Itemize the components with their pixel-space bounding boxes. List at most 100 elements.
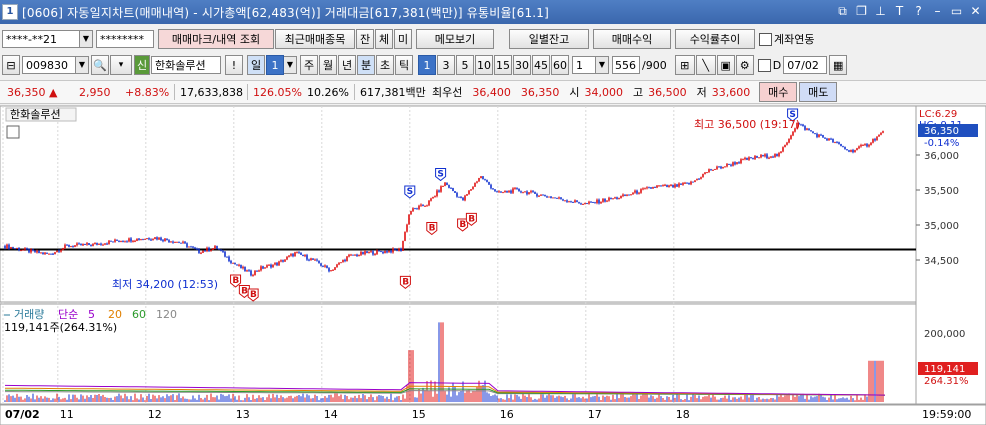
stock-list-icon[interactable]: ▾ [110, 55, 132, 75]
restore-icon[interactable]: ▭ [950, 3, 963, 19]
candle-body [502, 192, 504, 194]
candle-body [492, 188, 494, 190]
minute-60-button[interactable]: 60 [551, 55, 569, 75]
period-yearly-button[interactable]: 년 [338, 55, 356, 75]
stock-info-button[interactable]: ! [225, 55, 243, 75]
stock-menu-icon[interactable]: ⊟ [2, 55, 20, 75]
candle-body [772, 156, 774, 158]
calendar-icon[interactable]: ▦ [829, 55, 848, 75]
candle-body [322, 265, 324, 267]
bar-count-field[interactable]: 556 [612, 56, 640, 74]
period-tick-button[interactable]: 틱 [395, 55, 413, 75]
candle-body [260, 266, 262, 271]
price-panel[interactable] [0, 105, 917, 303]
stock-code-field[interactable]: 009830 [22, 56, 76, 74]
minute-30-button[interactable]: 30 [513, 55, 531, 75]
pin-icon[interactable]: ⊥ [874, 3, 887, 19]
period-dropdown-icon[interactable]: ▼ [284, 56, 297, 74]
copy-window-icon[interactable]: ❐ [855, 3, 868, 19]
draw-tool-icon[interactable]: ╲ [695, 55, 716, 75]
candle-body [760, 154, 762, 158]
minute-1-button[interactable]: 1 [418, 55, 436, 75]
candle-body [202, 250, 204, 253]
period-second-button[interactable]: 초 [376, 55, 394, 75]
minute-5-button[interactable]: 5 [456, 55, 474, 75]
candle-body [638, 192, 640, 194]
executed-button[interactable]: 체 [375, 29, 393, 49]
candle-body [614, 197, 616, 199]
font-size-icon[interactable]: T [893, 3, 906, 19]
candle-body [162, 240, 164, 242]
candle-body [570, 201, 572, 203]
date-checkbox[interactable] [757, 58, 771, 72]
candle-body [742, 159, 744, 161]
stock-label: 한화솔루션 [10, 108, 61, 121]
credit-badge[interactable]: 신 [134, 55, 150, 75]
candle-body [744, 157, 746, 160]
trade-mark-letter: B [241, 287, 248, 297]
trade-amount: 617,381백만 [360, 86, 426, 99]
close-icon[interactable]: ✕ [969, 3, 982, 19]
chart-settings-icon[interactable]: ⊞ [674, 55, 695, 75]
password-field[interactable]: ******** [96, 30, 154, 48]
trade-mark-letter: S [407, 187, 413, 197]
candle-body [566, 200, 568, 202]
minimize-icon[interactable]: – [931, 3, 944, 19]
candle-body [782, 147, 784, 152]
stock-name-field[interactable]: 한화솔루션 [151, 56, 221, 74]
legend-ma-type: 단순 [58, 308, 78, 321]
account-link-checkbox[interactable] [759, 32, 772, 46]
candle-body [76, 243, 78, 246]
link-icon[interactable]: ⧉ [836, 3, 849, 19]
candle-body [618, 198, 620, 200]
minute-15-button[interactable]: 15 [494, 55, 512, 75]
minute-10-button[interactable]: 10 [475, 55, 493, 75]
candle-body [396, 249, 398, 251]
candle-body [224, 251, 226, 257]
account-dropdown-icon[interactable]: ▼ [80, 30, 93, 48]
date-field[interactable]: 07/02 [783, 56, 828, 74]
candle-body [802, 124, 804, 127]
candle-body [420, 204, 422, 206]
window-number-icon[interactable]: 1 [2, 4, 18, 20]
minute-45-button[interactable]: 45 [532, 55, 550, 75]
minute-3-button[interactable]: 3 [437, 55, 455, 75]
candle-chart[interactable]: BB BBB BBSSS 36,00035,50035,00034,500200,0… [0, 104, 986, 425]
recent-trade-button[interactable]: 최근매매종목 [275, 29, 355, 49]
account-select[interactable]: ****-**21 [2, 30, 80, 48]
period-count-button[interactable]: 1 [266, 55, 284, 75]
period-weekly-button[interactable]: 주 [300, 55, 318, 75]
data-table-icon[interactable] [6, 125, 20, 139]
daily-balance-button[interactable]: 일별잔고 [509, 29, 589, 49]
save-icon[interactable]: ▣ [716, 55, 735, 75]
interval-dropdown-icon[interactable]: ▼ [596, 56, 609, 74]
interval-field[interactable]: 1 [572, 56, 596, 74]
candle-body [592, 202, 594, 204]
period-daily-button[interactable]: 일 [247, 55, 265, 75]
candle-body [12, 247, 14, 249]
candle-body [790, 135, 792, 139]
candle-body [218, 248, 220, 250]
candle-body [616, 197, 618, 199]
candle-body [44, 252, 46, 255]
gear-icon[interactable]: ⚙ [735, 55, 754, 75]
candle-body [662, 185, 664, 187]
candle-body [4, 246, 6, 249]
candle-body [430, 198, 432, 201]
period-minute-button[interactable]: 분 [357, 55, 375, 75]
candle-body [276, 262, 278, 266]
unexecuted-button[interactable]: 미 [394, 29, 412, 49]
trade-mark-query-button[interactable]: 매매마크/내역 조회 [158, 29, 274, 49]
balance-button[interactable]: 잔 [356, 29, 374, 49]
trade-profit-button[interactable]: 매매수익 [593, 29, 671, 49]
candle-body [356, 254, 358, 257]
period-monthly-button[interactable]: 월 [319, 55, 337, 75]
memo-button[interactable]: 메모보기 [416, 29, 494, 49]
buy-button[interactable]: 매수 [759, 82, 798, 102]
search-icon[interactable]: 🔍 [91, 55, 109, 75]
code-dropdown-icon[interactable]: ▼ [76, 56, 89, 74]
candle-body [862, 145, 864, 147]
help-icon[interactable]: ? [912, 3, 925, 19]
return-trend-button[interactable]: 수익률추이 [675, 29, 755, 49]
sell-button[interactable]: 매도 [799, 82, 838, 102]
